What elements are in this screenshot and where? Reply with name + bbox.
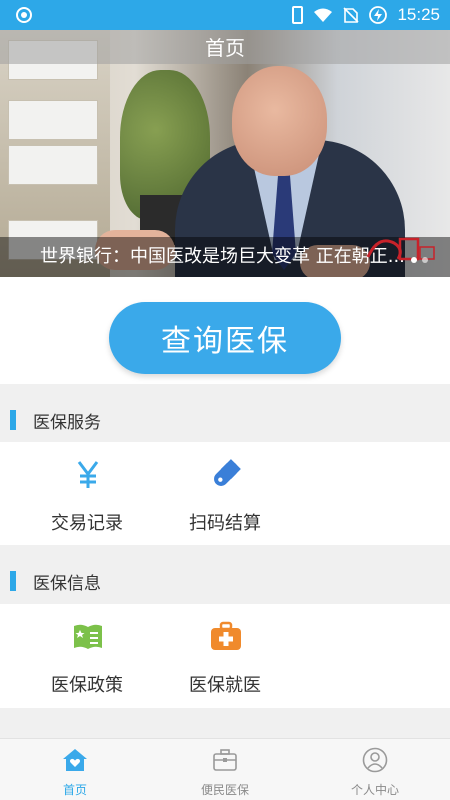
service-section-header: 医保服务	[0, 384, 450, 442]
status-time: 15:25	[397, 5, 440, 24]
status-bar: 15:25	[0, 0, 450, 30]
medical-kit-icon	[211, 621, 241, 650]
tab-label: 个人中心	[350, 783, 399, 797]
tab-convenience[interactable]: 便民医保	[150, 739, 300, 800]
tab-home[interactable]: 首页	[0, 739, 150, 800]
section-marker	[10, 571, 16, 591]
item-label: 交易记录	[51, 513, 123, 534]
wifi-icon	[314, 8, 333, 22]
info-section-header: 医保信息	[0, 545, 450, 603]
no-sim-icon	[343, 7, 360, 23]
tab-label: 首页	[62, 783, 87, 797]
service-grid: 交易记录 扫码结算	[0, 442, 450, 545]
item-label: 医保政策	[51, 675, 123, 696]
phone-icon	[292, 6, 304, 24]
carousel-dot[interactable]	[411, 257, 417, 263]
status-icons: 15:25	[292, 0, 440, 30]
section-marker	[10, 410, 16, 430]
transaction-record-item[interactable]: 交易记录	[18, 442, 156, 542]
section-title: 医保信息	[33, 574, 101, 594]
user-icon	[362, 747, 388, 773]
location-icon	[16, 7, 32, 23]
query-area: 查询医保	[0, 277, 450, 384]
item-label: 扫码结算	[189, 513, 261, 534]
briefcase-icon	[213, 749, 237, 771]
bottom-tab-bar: 首页 便民医保 个人中心	[0, 738, 450, 800]
battery-charging-icon	[369, 6, 388, 24]
scan-settle-item[interactable]: 扫码结算	[156, 442, 294, 542]
news-caption[interactable]: 世界银行：中国医改是场巨大变革 正在朝正...	[40, 242, 410, 268]
carousel-dot[interactable]	[422, 257, 428, 263]
page-title: 首页	[205, 36, 245, 60]
item-label: 医保就医	[189, 675, 261, 696]
banner-photo-head	[232, 66, 327, 176]
tab-profile[interactable]: 个人中心	[300, 739, 450, 800]
news-banner[interactable]: 首页 世界银行：中国医改是场巨大变革 正在朝正...	[0, 30, 450, 277]
query-insurance-button[interactable]: 查询医保	[109, 302, 341, 374]
pill-icon	[214, 459, 241, 486]
yen-icon	[77, 461, 99, 488]
medical-visit-item[interactable]: 医保就医	[156, 604, 294, 704]
info-grid: 医保政策 医保就医	[0, 604, 450, 708]
insurance-policy-item[interactable]: 医保政策	[18, 604, 156, 704]
carousel-indicator	[411, 257, 428, 263]
home-heart-icon	[63, 749, 87, 771]
tab-label: 便民医保	[200, 783, 249, 797]
section-title: 医保服务	[33, 413, 101, 433]
policy-book-icon	[74, 624, 102, 649]
